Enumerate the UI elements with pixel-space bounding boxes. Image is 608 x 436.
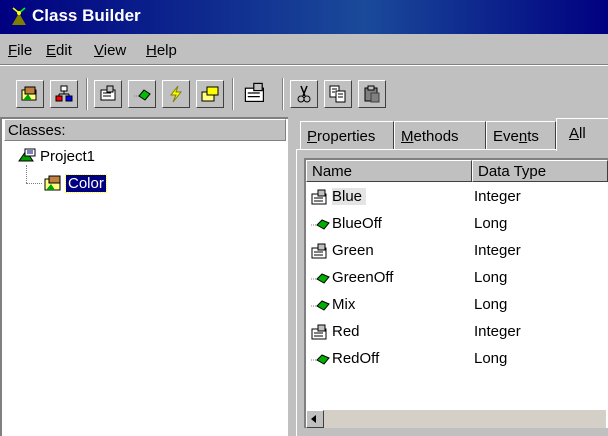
new-class-icon bbox=[21, 86, 37, 101]
method-icon bbox=[310, 297, 332, 313]
menu-file[interactable]: File bbox=[8, 42, 32, 59]
table-row[interactable]: Red Integer bbox=[306, 319, 606, 346]
classes-header: Classes: bbox=[4, 119, 286, 141]
toolbar-separator bbox=[86, 78, 88, 110]
class-icon bbox=[44, 175, 61, 191]
add-property-icon bbox=[100, 85, 116, 101]
tab-all[interactable]: All bbox=[556, 118, 608, 151]
member-data-type: Integer bbox=[474, 323, 521, 340]
menu-view[interactable]: View bbox=[94, 42, 126, 59]
properties-icon bbox=[244, 82, 264, 102]
menu-help[interactable]: Help bbox=[146, 42, 177, 59]
add-enum-icon bbox=[201, 86, 219, 102]
column-header-name[interactable]: Name bbox=[306, 160, 472, 182]
method-icon bbox=[310, 216, 332, 232]
tab-methods[interactable]: Methods bbox=[394, 121, 486, 149]
paste-button[interactable] bbox=[358, 80, 386, 108]
new-collection-button[interactable] bbox=[50, 80, 78, 108]
toolbar-separator bbox=[282, 78, 284, 110]
menu-bar: File Edit View Help bbox=[0, 34, 608, 65]
properties-button[interactable] bbox=[240, 78, 272, 110]
method-icon bbox=[310, 270, 332, 286]
class-builder-window: Class Builder File Edit View Help Classe… bbox=[0, 0, 608, 436]
scroll-left-button[interactable] bbox=[306, 410, 324, 428]
cut-icon bbox=[297, 85, 311, 103]
add-enum-button[interactable] bbox=[196, 80, 224, 108]
member-name: BlueOff bbox=[332, 215, 382, 232]
classes-panel: Classes: Project1 Color bbox=[0, 117, 288, 436]
class-builder-icon bbox=[12, 7, 26, 25]
member-name: RedOff bbox=[332, 350, 380, 367]
member-name: Red bbox=[332, 323, 360, 340]
member-data-type: Integer bbox=[474, 242, 521, 259]
member-name: Mix bbox=[332, 296, 356, 313]
member-data-type: Long bbox=[474, 215, 508, 232]
tab-events[interactable]: Events bbox=[486, 121, 556, 149]
table-row[interactable]: Blue Integer bbox=[306, 184, 606, 211]
toolbar bbox=[0, 65, 608, 114]
new-class-button[interactable] bbox=[16, 80, 44, 108]
tab-properties[interactable]: Properties bbox=[300, 121, 394, 149]
member-name: Blue bbox=[332, 188, 367, 205]
add-method-button[interactable] bbox=[128, 80, 156, 108]
add-method-icon bbox=[134, 89, 151, 101]
members-list[interactable]: Name Data Type Blue Integer BlueOff Long Gre… bbox=[304, 158, 608, 428]
tree-item-project[interactable]: Project1 bbox=[40, 148, 95, 165]
members-panel: Properties Methods Events All Name Data … bbox=[294, 117, 608, 436]
property-icon bbox=[310, 243, 332, 259]
copy-button[interactable] bbox=[324, 80, 352, 108]
table-row[interactable]: BlueOff Long bbox=[306, 211, 606, 238]
table-row[interactable]: Green Integer bbox=[306, 238, 606, 265]
member-data-type: Long bbox=[474, 350, 508, 367]
table-row[interactable]: Mix Long bbox=[306, 292, 606, 319]
member-data-type: Long bbox=[474, 269, 508, 286]
project-icon bbox=[18, 148, 36, 162]
member-data-type: Long bbox=[474, 296, 508, 313]
member-name: GreenOff bbox=[332, 269, 394, 286]
add-event-button[interactable] bbox=[162, 80, 190, 108]
tree-connector bbox=[26, 183, 42, 184]
horizontal-scrollbar[interactable] bbox=[306, 410, 606, 428]
property-icon bbox=[310, 189, 332, 205]
cut-button[interactable] bbox=[290, 80, 318, 108]
method-icon bbox=[310, 351, 332, 367]
window-title: Class Builder bbox=[32, 6, 141, 25]
title-bar[interactable]: Class Builder bbox=[0, 0, 608, 34]
copy-icon bbox=[329, 85, 346, 103]
new-collection-icon bbox=[55, 85, 73, 102]
tree-item-color[interactable]: Color bbox=[65, 174, 107, 193]
column-header-data-type[interactable]: Data Type bbox=[472, 160, 608, 182]
tree-connector bbox=[26, 165, 27, 183]
add-property-button[interactable] bbox=[94, 80, 122, 108]
member-data-type: Integer bbox=[474, 188, 521, 205]
paste-icon bbox=[364, 85, 380, 103]
table-row[interactable]: GreenOff Long bbox=[306, 265, 606, 292]
toolbar-separator bbox=[232, 78, 234, 110]
property-icon bbox=[310, 324, 332, 340]
add-event-icon bbox=[169, 85, 183, 103]
table-row[interactable]: RedOff Long bbox=[306, 346, 606, 373]
member-name: Green bbox=[332, 242, 374, 259]
menu-edit[interactable]: Edit bbox=[46, 42, 72, 59]
